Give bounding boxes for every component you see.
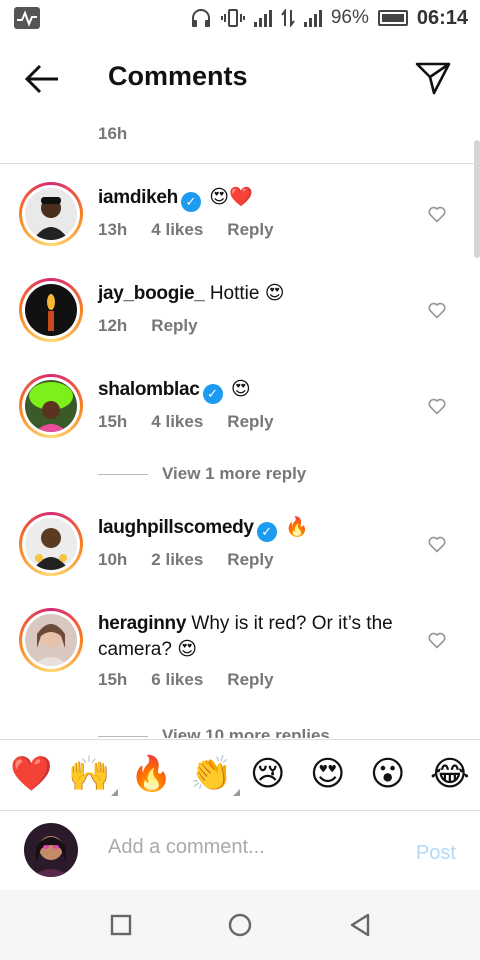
app-notification-icon <box>14 7 40 29</box>
verified-badge-icon: ✓ <box>202 384 223 404</box>
page-title: Comments <box>108 61 248 91</box>
emoji-clap-glyph: 👏 <box>190 755 233 793</box>
comment-likes[interactable]: 4 likes <box>151 412 203 432</box>
green-hair-avatar-icon <box>29 382 73 432</box>
caption-time: 16h <box>98 124 128 143</box>
comment-meta: 13h 4 likes Reply <box>98 220 298 240</box>
signal-icon-2 <box>303 9 322 27</box>
emoji-heart-eyes-button[interactable]: 😍 <box>310 754 345 794</box>
view-more-label: View 1 more reply <box>162 464 307 483</box>
emoji-fire-button[interactable]: 🔥 <box>130 754 172 794</box>
comment-likes[interactable]: 4 likes <box>151 220 203 240</box>
emoji-raising-hands-button[interactable]: 🙌 <box>68 754 119 796</box>
verified-badge-icon: ✓ <box>180 192 201 212</box>
recent-apps-icon[interactable] <box>108 912 134 938</box>
skin-tone-indicator-icon <box>111 789 119 796</box>
comment-meta: 10h 2 likes Reply <box>98 550 298 570</box>
comment-username[interactable]: shalomblac <box>98 379 200 400</box>
header: Comments <box>0 50 480 108</box>
comment-time: 13h <box>98 220 128 239</box>
reply-button[interactable]: Reply <box>227 220 273 240</box>
comment-time: 12h <box>98 316 128 335</box>
avatar[interactable] <box>19 512 83 576</box>
system-nav-bar <box>0 890 480 960</box>
person-avatar-icon <box>33 624 69 666</box>
quick-emoji-bar: ❤️ 🙌 🔥 👏 😢 😍 😮 😂 <box>0 739 480 811</box>
view-more-replies[interactable]: View 10 more replies <box>98 726 330 738</box>
signal-icon-1 <box>253 9 272 27</box>
reply-button[interactable]: Reply <box>227 550 273 570</box>
nav-back-icon[interactable] <box>347 912 373 938</box>
reply-button[interactable]: Reply <box>227 670 273 690</box>
comment-username[interactable]: iamdikeh <box>98 187 178 208</box>
status-bar: 96% 06:14 <box>0 0 480 36</box>
skin-tone-indicator-icon <box>233 789 241 796</box>
comment-list[interactable]: iamdikeh ✓ 😍❤️ 13h 4 likes Reply jay_boog… <box>0 164 480 738</box>
comment-text: 🔥 <box>284 517 309 538</box>
status-icons: 96% 06:14 <box>190 6 468 30</box>
post-button[interactable]: Post <box>416 842 456 865</box>
reply-button[interactable]: Reply <box>227 412 273 432</box>
headphones-icon <box>191 9 210 27</box>
comment-meta: 15h 4 likes Reply <box>98 412 298 432</box>
avatar <box>24 823 78 877</box>
emoji-surprised-button[interactable]: 😮 <box>370 754 405 794</box>
vibrate-icon <box>220 9 245 27</box>
view-more-line <box>98 735 148 737</box>
battery-icon <box>377 10 408 26</box>
comment-username[interactable]: laughpillscomedy <box>98 517 254 538</box>
avatar[interactable] <box>19 182 83 246</box>
comment-text: Hottie 😍 <box>209 283 285 304</box>
view-more-line <box>98 473 148 475</box>
candle-avatar-icon <box>47 294 55 331</box>
comment-time: 15h <box>98 412 128 431</box>
comment-likes[interactable]: 2 likes <box>151 550 203 570</box>
send-icon[interactable] <box>414 60 452 96</box>
emoji-laughing-button[interactable]: 😂 <box>430 754 470 794</box>
comment-meta: 15h 6 likes Reply <box>98 670 298 690</box>
battery-percent: 96% <box>330 7 369 28</box>
home-icon[interactable] <box>227 912 253 938</box>
avatar[interactable] <box>19 608 83 672</box>
emoji-clap-button[interactable]: 👏 <box>190 754 241 796</box>
comment-composer: Post <box>0 812 480 890</box>
view-more-replies[interactable]: View 1 more reply <box>98 464 306 484</box>
comment-time: 15h <box>98 670 128 689</box>
comment-username[interactable]: jay_boogie_ <box>98 283 205 304</box>
verified-badge-icon: ✓ <box>256 522 277 542</box>
reply-button[interactable]: Reply <box>151 316 197 336</box>
person-avatar-icon <box>33 528 69 570</box>
clock: 06:14 <box>416 6 468 29</box>
emoji-crying-button[interactable]: 😢 <box>250 754 285 794</box>
comment-username[interactable]: heraginny <box>98 613 186 634</box>
avatar[interactable] <box>19 374 83 438</box>
avatar[interactable] <box>19 278 83 342</box>
comment-input[interactable] <box>108 836 388 859</box>
emoji-raising-hands-glyph: 🙌 <box>68 755 111 793</box>
data-transfer-icon <box>281 9 295 27</box>
user-avatar-icon <box>24 823 78 877</box>
comment-meta: 12h Reply <box>98 316 222 336</box>
like-heart-icon[interactable] <box>427 396 447 416</box>
comment-likes[interactable]: 6 likes <box>151 670 203 690</box>
like-heart-icon[interactable] <box>427 204 447 224</box>
comment-text: 😍❤️ <box>209 187 253 208</box>
comment-time: 10h <box>98 550 128 569</box>
like-heart-icon[interactable] <box>427 534 447 554</box>
comment-text: 😍 <box>230 379 251 400</box>
view-more-label: View 10 more replies <box>162 726 330 738</box>
person-avatar-icon <box>33 197 69 240</box>
like-heart-icon[interactable] <box>427 630 447 650</box>
emoji-heart-button[interactable]: ❤️ <box>10 754 52 794</box>
like-heart-icon[interactable] <box>427 300 447 320</box>
back-arrow-icon[interactable] <box>22 62 62 96</box>
